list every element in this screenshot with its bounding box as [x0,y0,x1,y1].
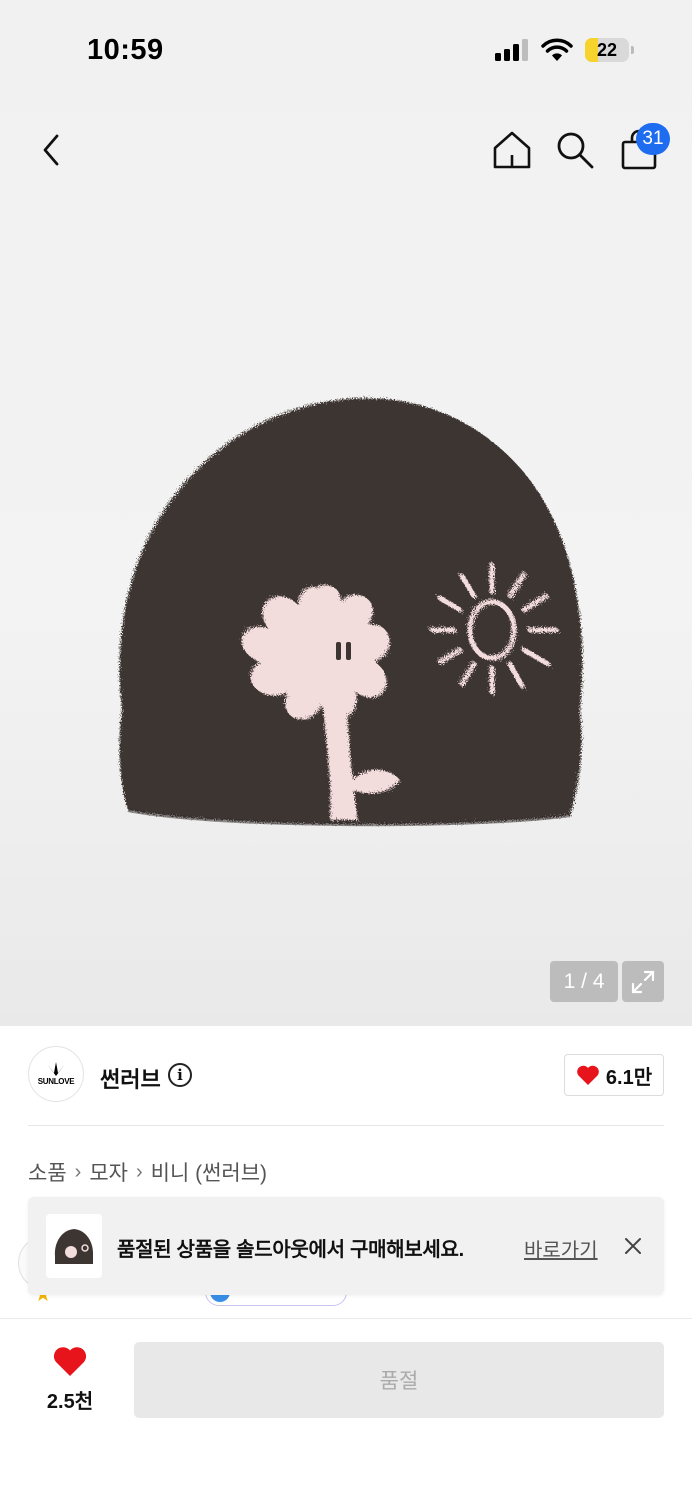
heart-icon [577,1065,599,1085]
product-image[interactable] [100,380,600,840]
status-time: 10:59 [87,34,164,66]
breadcrumb-item-hats[interactable]: 모자 [89,1157,128,1187]
status-icons: 22 [495,38,634,62]
search-icon [557,132,594,169]
sunburst-icon [47,1062,65,1076]
soldout-button[interactable]: 품절 [134,1342,664,1418]
battery-level: 22 [596,39,618,60]
nav-bar [0,118,692,182]
brand-like-button[interactable]: 6.1만 [564,1054,664,1096]
search-button[interactable] [553,128,597,172]
heart-icon [53,1347,87,1376]
beanie-thumbnail-icon [54,1229,94,1264]
wifi-icon [541,38,573,61]
expand-icon [631,970,655,993]
brand-name[interactable]: 썬러브 [100,1062,161,1094]
brand-row: SUNLOVE 썬러브 i 6.1만 [0,1026,692,1126]
info-icon[interactable]: i [168,1063,192,1087]
section-divider [28,1125,664,1126]
brand-like-count: 6.1만 [605,1066,653,1089]
battery-icon: 22 [585,38,629,62]
battery-tip [631,46,634,54]
status-bar: 10:59 22 [0,0,692,100]
close-icon [625,1238,641,1254]
back-button[interactable] [34,128,68,172]
toast-go-link[interactable]: 바로가기 [524,1234,598,1263]
brand-logo-text: SUNLOVE [37,1077,75,1086]
soldout-toast: 품절된 상품을 솔드아웃에서 구매해보세요. 바로가기 [28,1197,664,1295]
chevron-right-icon: › [74,1160,82,1183]
breadcrumb-item-accessories[interactable]: 소품 [28,1157,67,1187]
signal-icon [495,39,528,61]
like-count: 2.5천 [46,1391,94,1413]
like-button[interactable]: 2.5천 [30,1345,110,1425]
expand-image-button[interactable] [622,961,664,1002]
breadcrumb-item-beanie[interactable]: 비니 (썬러브) [151,1157,267,1187]
toast-message: 품절된 상품을 솔드아웃에서 구매해보세요. [117,1239,464,1261]
bottom-action-bar: 2.5천 품절 [0,1319,692,1500]
brand-logo[interactable]: SUNLOVE [28,1046,84,1102]
chevron-left-icon [43,134,59,166]
breadcrumb: 소품 › 모자 › 비니 (썬러브) [28,1157,267,1187]
home-icon [493,131,531,169]
cart-count-badge: 31 [636,123,670,155]
image-counter: 1 / 4 [550,961,618,1002]
toast-thumbnail [46,1214,102,1278]
toast-close-button[interactable] [620,1233,646,1259]
chevron-right-icon: › [135,1160,143,1183]
home-button[interactable] [490,128,534,172]
